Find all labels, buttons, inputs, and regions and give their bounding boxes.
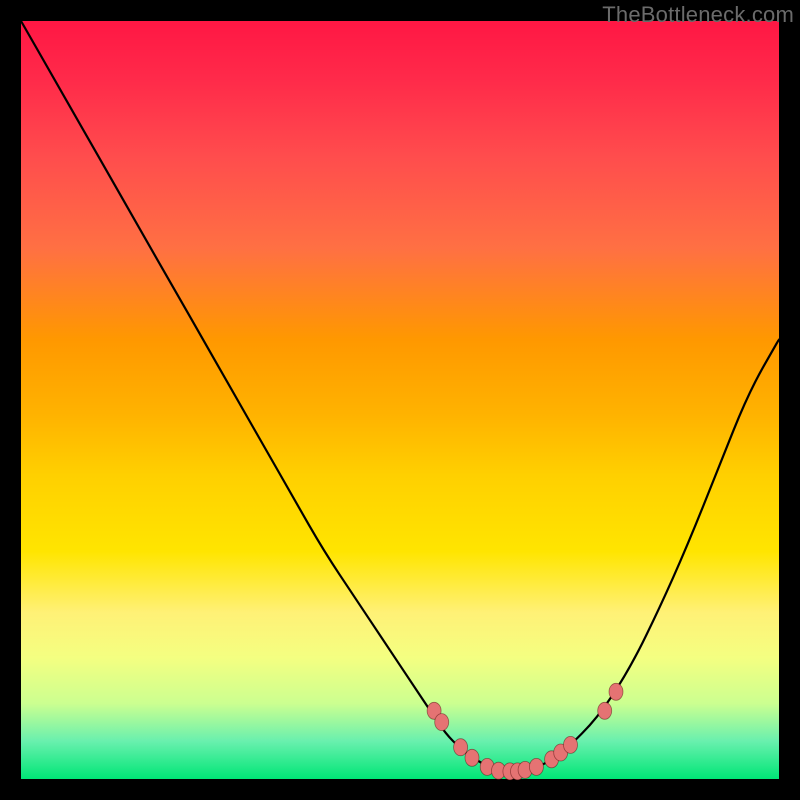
bottleneck-curve (21, 21, 779, 771)
data-marker (609, 683, 623, 700)
data-marker (454, 739, 468, 756)
data-marker (529, 758, 543, 775)
data-marker (564, 736, 578, 753)
watermark-text: TheBottleneck.com (602, 2, 794, 28)
data-marker (465, 749, 479, 766)
data-marker (435, 714, 449, 731)
curve-overlay (21, 21, 779, 779)
marker-group (427, 683, 623, 780)
chart-frame: TheBottleneck.com (0, 0, 800, 800)
data-marker (598, 702, 612, 719)
